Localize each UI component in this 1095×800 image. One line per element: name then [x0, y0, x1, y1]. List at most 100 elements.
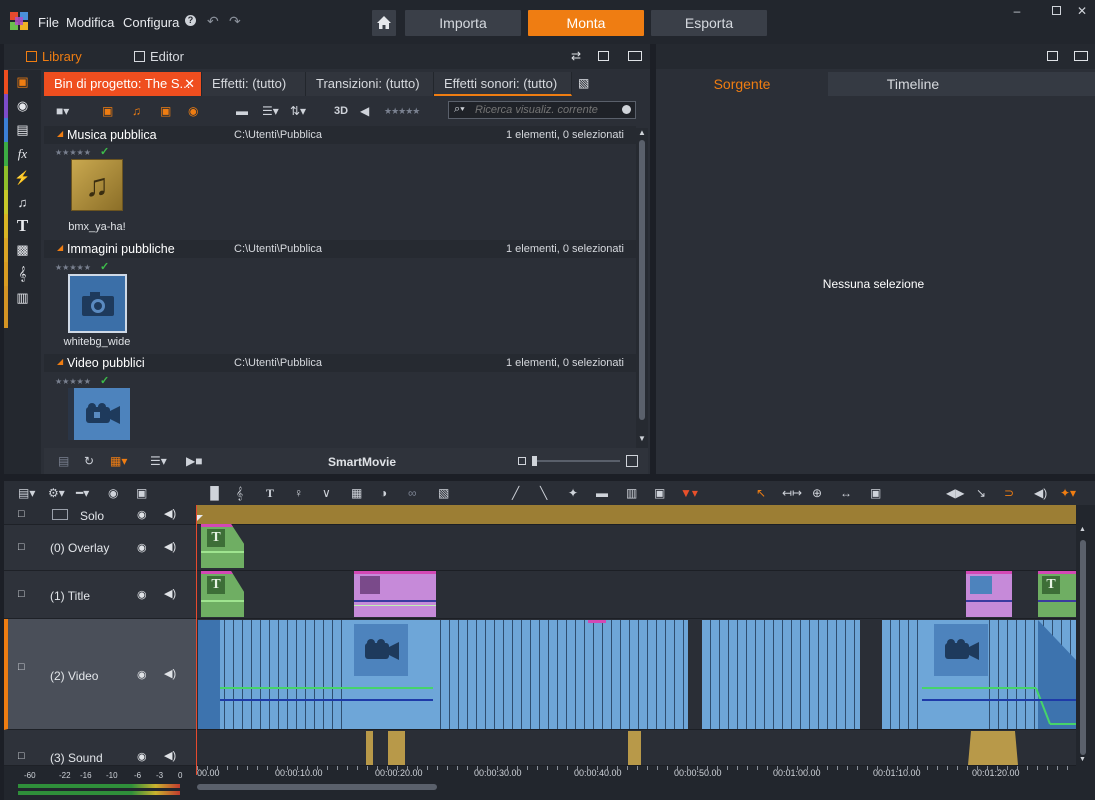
slider-handle[interactable] [532, 456, 537, 466]
tab-transitions[interactable]: Transizioni: (tutto) [306, 72, 434, 96]
sort-icon[interactable]: ⇅▾ [290, 104, 306, 118]
filter-photo-icon[interactable]: ▣ [160, 104, 171, 118]
effects-fx-icon[interactable]: fx [4, 142, 41, 166]
library-scrollbar[interactable]: ▲ ▼ [636, 128, 648, 448]
montage-clip[interactable] [354, 571, 436, 617]
lock-icon[interactable]: □ [18, 661, 25, 673]
thumbnail-view-icon[interactable]: ▦▾ [110, 454, 127, 468]
sound-clip[interactable] [366, 731, 373, 765]
section-images[interactable]: ◢ Immagini pubbliche C:\Utenti\Pubblica … [44, 240, 636, 258]
magnet-icon[interactable]: ⊃ [1004, 486, 1014, 500]
disc-menu-icon[interactable]: ◉ [108, 486, 118, 500]
asset-thumbnail-music[interactable]: ♫ [71, 159, 123, 211]
title-icon[interactable]: T [266, 486, 274, 500]
maximize-button[interactable] [1049, 4, 1063, 18]
undock-icon[interactable] [598, 51, 609, 61]
timeline-vertical-scrollbar[interactable]: ▲ ▼ [1078, 526, 1088, 766]
link-icon[interactable]: ∞ [408, 486, 417, 500]
close-button[interactable]: ✕ [1075, 4, 1089, 18]
swap-panels-icon[interactable]: ⇄ [571, 49, 581, 63]
marker-icon[interactable]: ▼▾ [680, 486, 698, 500]
montage-icon[interactable]: ▩ [4, 238, 41, 262]
audio-mixer-icon[interactable]: ▐▌ [206, 486, 223, 500]
undo-icon[interactable]: ↶ [207, 13, 219, 30]
add-tab-icon[interactable]: ▧ [578, 76, 589, 90]
view-list-icon[interactable]: ☰▾ [262, 104, 279, 118]
menu-edit[interactable]: Modifica [66, 15, 114, 30]
tab-source[interactable]: Sorgente [657, 72, 827, 96]
asset-thumbnail-video[interactable] [68, 388, 130, 440]
thumbnail-size-slider[interactable] [532, 456, 620, 466]
eye-icon[interactable]: ◉ [137, 750, 147, 763]
snapshot-icon[interactable]: ▣ [654, 486, 665, 500]
tab-effects[interactable]: Effetti: (tutto) [202, 72, 306, 96]
undock-icon[interactable] [1047, 51, 1058, 61]
storyboard-icon[interactable]: ▣ [136, 486, 147, 500]
rating-filter-stars[interactable]: ★★★★★ [384, 104, 420, 118]
tab-sound-effects[interactable]: Effetti sonori: (tutto) [434, 72, 572, 96]
menu-file[interactable]: File [38, 15, 59, 30]
track-header-video[interactable]: □ (2) Video ◉ ◀) [4, 619, 196, 730]
timeline-ruler[interactable] [197, 766, 1076, 800]
split-screen-icon[interactable]: ▦ [351, 486, 362, 500]
smartmovie-button[interactable]: SmartMovie [328, 455, 396, 469]
effects-wand-icon[interactable]: ✦▾ [1060, 486, 1076, 500]
section-videos[interactable]: ◢ Video pubblici C:\Utenti\Pubblica 1 el… [44, 354, 636, 372]
import-mode-button[interactable]: Importa [405, 10, 521, 36]
sound-clip[interactable] [628, 731, 641, 765]
speaker-icon[interactable]: ◀) [164, 507, 176, 520]
rating-stars[interactable]: ★★★★★ [55, 263, 91, 272]
menu-configure[interactable]: Configura [123, 15, 179, 30]
lock-icon[interactable]: □ [18, 588, 25, 600]
rating-stars[interactable]: ★★★★★ [55, 377, 91, 386]
library-scrollbar-thumb[interactable] [639, 140, 645, 420]
details-view-icon[interactable]: ☰▾ [150, 454, 167, 468]
speaker-icon[interactable]: ◀) [164, 749, 176, 762]
trash-icon[interactable]: ▥ [626, 486, 637, 500]
filter-project-icon[interactable]: ◉ [188, 104, 198, 118]
gear-icon[interactable]: ⚙▾ [48, 486, 65, 500]
titles-icon[interactable]: T [4, 214, 41, 238]
refresh-icon[interactable]: ↻ [84, 454, 94, 468]
library-tab[interactable]: Library [26, 49, 82, 64]
playhead[interactable] [196, 505, 197, 775]
group-icon[interactable]: ▬ [596, 486, 608, 500]
lock-icon[interactable]: □ [18, 508, 25, 520]
tag-icon[interactable]: ◀ [360, 104, 369, 118]
search-box[interactable]: ⌕▾ [448, 101, 636, 119]
speaker-icon[interactable]: ◀) [164, 540, 176, 553]
stop-motion-icon[interactable]: ▧ [438, 486, 449, 500]
track-settings-icon[interactable]: ▤▾ [18, 486, 35, 500]
layout-icon[interactable] [1074, 51, 1088, 61]
knife-icon[interactable]: ╲ [540, 486, 547, 500]
video-clip-strip[interactable] [198, 620, 1076, 729]
razor-icon[interactable]: ╱ [512, 486, 519, 500]
trim-icon[interactable]: ◀▶ [946, 486, 964, 500]
add-to-timeline-icon[interactable]: ▶■ [186, 454, 202, 468]
add-to-bin-icon[interactable]: ■▾ [56, 104, 69, 118]
minimize-button[interactable]: – [1010, 4, 1024, 18]
eye-icon[interactable]: ◉ [137, 508, 147, 521]
track-header-sound[interactable]: □ (3) Sound ◉ ◀) [4, 730, 196, 766]
disc-icon[interactable]: ◉ [4, 94, 41, 118]
menu-templates-icon[interactable]: ▥ [4, 286, 41, 310]
insert-icon[interactable]: ↘ [976, 486, 986, 500]
stack-icon[interactable]: ▤ [58, 454, 69, 468]
track-header-title[interactable]: □ (1) Title ◉ ◀) [4, 571, 196, 619]
scorefitter-icon[interactable]: 𝄞 [236, 486, 243, 500]
timeline-scrollbar-thumb[interactable] [1080, 540, 1086, 755]
rating-stars[interactable]: ★★★★★ [55, 148, 91, 157]
track-header-overlay[interactable]: □ (0) Overlay ◉ ◀) [4, 525, 196, 571]
collapse-arrow-icon[interactable]: ◢ [57, 129, 63, 138]
folder-icon[interactable]: ▬ [236, 104, 248, 118]
eye-icon[interactable]: ◉ [137, 541, 147, 554]
tab-close-icon[interactable]: ✕ [184, 72, 195, 96]
filter-3d-label[interactable]: 3D [334, 104, 348, 118]
sound-effects-icon[interactable]: ♫ [4, 190, 41, 214]
filter-video-icon[interactable]: ▣ [102, 104, 113, 118]
lock-icon[interactable]: □ [18, 541, 25, 553]
home-button[interactable] [372, 10, 396, 36]
help-icon[interactable]: ? [185, 15, 196, 26]
pointer-icon[interactable]: ↖ [756, 486, 766, 500]
title-clip[interactable]: T [1038, 571, 1076, 617]
